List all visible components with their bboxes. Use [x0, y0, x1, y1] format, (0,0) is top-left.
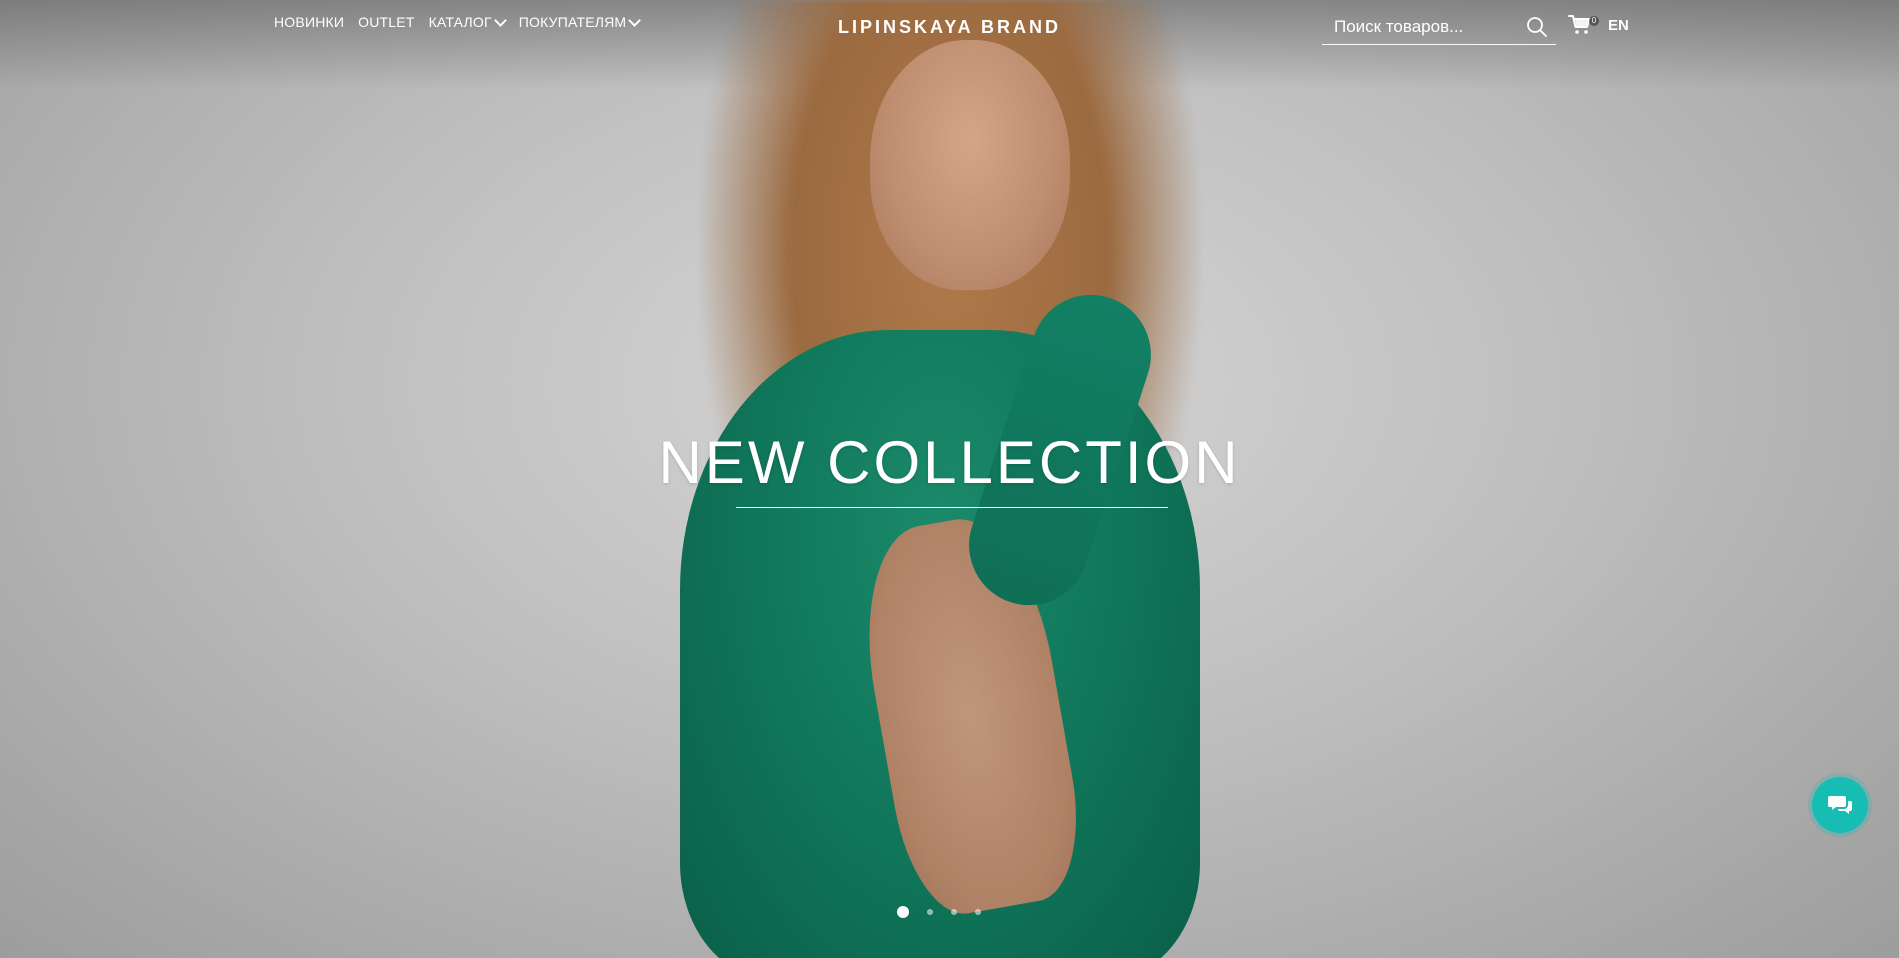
main-navigation: НОВИНКИ OUTLET КАТАЛОГ ПОКУПАТЕЛЯМ — [274, 13, 642, 30]
nav-label-outlet: OUTLET — [358, 14, 415, 30]
hero-banner: НОВИНКИ OUTLET КАТАЛОГ ПОКУПАТЕЛЯМ LIPIN… — [0, 0, 1899, 958]
model-face — [870, 40, 1070, 290]
hero-title-underline — [736, 507, 1168, 508]
slider-dot-2[interactable] — [927, 909, 933, 915]
nav-item-outlet[interactable]: OUTLET — [358, 14, 414, 30]
nav-label-customers: ПОКУПАТЕЛЯМ — [518, 14, 627, 30]
search-bar — [1322, 10, 1556, 45]
nav-label-catalog: КАТАЛОГ — [428, 14, 492, 30]
chat-button[interactable] — [1812, 777, 1868, 833]
chevron-down-icon — [493, 13, 507, 27]
brand-logo[interactable]: LIPINSKAYA BRAND — [838, 17, 1061, 38]
cart-count-badge: 0 — [1589, 16, 1599, 26]
nav-label-new: НОВИНКИ — [274, 14, 345, 30]
cart-icon[interactable] — [1568, 14, 1592, 36]
hero-title: NEW COLLECTION — [658, 429, 1241, 496]
slider-dot-3[interactable] — [951, 909, 957, 915]
language-switch[interactable]: EN — [1608, 17, 1629, 34]
slider-dot-1[interactable] — [897, 906, 909, 918]
nav-item-customers[interactable]: ПОКУПАТЕЛЯМ — [518, 13, 642, 30]
chevron-down-icon — [628, 13, 642, 27]
search-icon[interactable] — [1526, 16, 1548, 38]
slider-pagination — [897, 906, 981, 918]
search-input[interactable] — [1322, 17, 1524, 37]
nav-item-new[interactable]: НОВИНКИ — [274, 14, 344, 30]
slider-dot-4[interactable] — [975, 909, 981, 915]
nav-item-catalog[interactable]: КАТАЛОГ — [428, 13, 507, 30]
chat-icon — [1828, 796, 1852, 814]
